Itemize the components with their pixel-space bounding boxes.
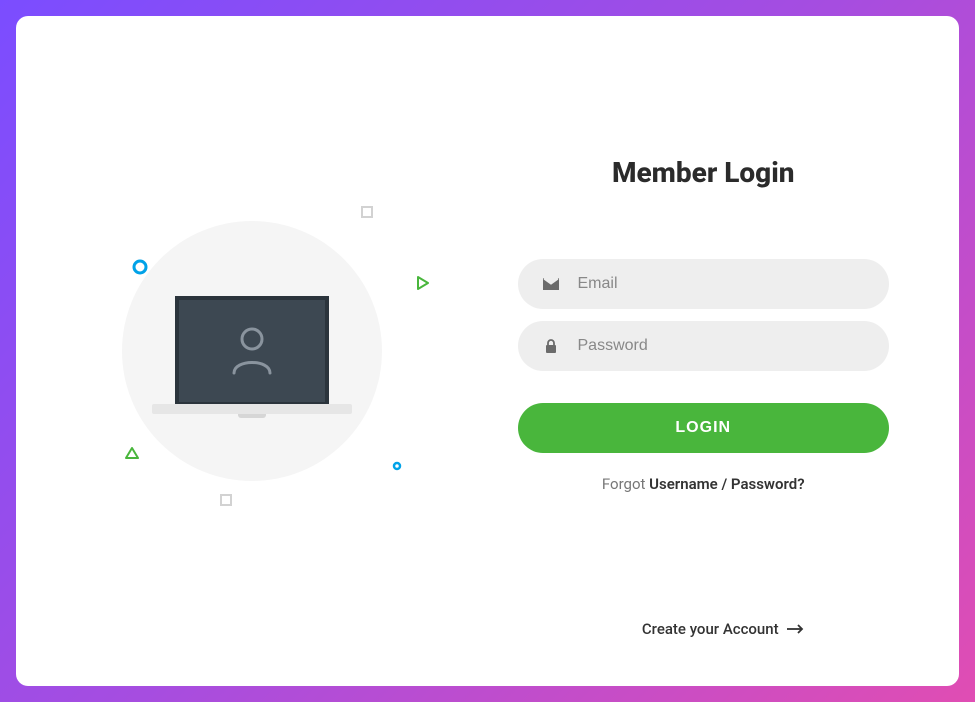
create-account-link[interactable]: Create your Account — [488, 620, 960, 638]
laptop-icon — [175, 296, 329, 406]
password-input-group[interactable] — [518, 321, 890, 371]
create-account-label: Create your Account — [642, 620, 779, 638]
login-button[interactable]: LOGIN — [518, 403, 890, 453]
form-panel: Member Login LOGIN Forgot Username / Pas… — [488, 16, 960, 686]
lock-icon — [542, 339, 560, 354]
laptop-base — [152, 404, 352, 414]
square-outline-small-icon — [220, 494, 232, 506]
triangle-play-icon — [416, 276, 430, 290]
illustration-circle — [122, 221, 382, 481]
envelope-icon — [542, 278, 560, 290]
arrow-right-icon — [787, 624, 805, 634]
login-card: Member Login LOGIN Forgot Username / Pas… — [16, 16, 959, 686]
square-outline-icon — [361, 206, 373, 218]
password-input[interactable] — [578, 337, 866, 355]
page-title: Member Login — [518, 156, 890, 189]
forgot-link[interactable]: Username / Password? — [649, 475, 804, 493]
small-circle-icon — [392, 461, 402, 471]
forgot-line: Forgot Username / Password? — [518, 475, 890, 493]
user-silhouette-icon — [229, 325, 275, 377]
illustration-panel — [16, 16, 488, 686]
email-input[interactable] — [578, 275, 866, 293]
forgot-prefix: Forgot — [602, 475, 649, 493]
triangle-outline-icon — [124, 446, 140, 460]
email-input-group[interactable] — [518, 259, 890, 309]
